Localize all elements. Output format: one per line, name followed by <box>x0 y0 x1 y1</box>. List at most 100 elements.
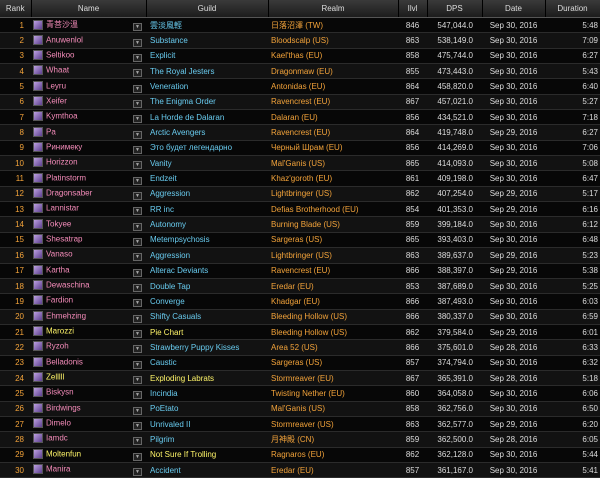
realm-link[interactable]: Ragnaros (EU) <box>268 447 398 463</box>
player-cell[interactable]: Seltikoo ▼ <box>31 48 146 65</box>
player-name-link[interactable]: Ринимеку <box>46 142 82 151</box>
player-menu-dropdown-icon[interactable]: ▼ <box>133 330 142 339</box>
player-cell[interactable]: Ehmehzing ▼ <box>31 309 146 325</box>
player-name-link[interactable]: Lannistar <box>46 204 79 213</box>
player-cell[interactable]: Ryzoh ▼ <box>31 339 146 356</box>
guild-link[interactable]: Incindia <box>146 385 268 402</box>
table-row[interactable]: 28 Iamdc ▼ Pilgrim 月神殿 (CN) 859 362,500.0 Sep 2… <box>0 431 600 448</box>
player-name-link[interactable]: Dewaschina <box>46 281 90 290</box>
realm-link[interactable]: Kael'thas (EU) <box>268 48 398 65</box>
realm-link[interactable]: Lightbringer (US) <box>268 186 398 203</box>
player-name-link[interactable]: Pa <box>46 127 56 136</box>
guild-link[interactable]: Autonomy <box>146 216 268 233</box>
player-cell[interactable]: Fardion ▼ <box>31 293 146 310</box>
table-row[interactable]: 26 Birdwings ▼ PoEtato Mal'Ganis (US) 858 362,… <box>0 401 600 417</box>
player-name-link[interactable]: Leyru <box>46 81 66 90</box>
table-row[interactable]: 20 Ehmehzing ▼ Shifty Casuals Bleeding Hollo… <box>0 309 600 325</box>
player-cell[interactable]: Lannistar ▼ <box>31 201 146 218</box>
realm-link[interactable]: 日落沼澤 (TW) <box>268 17 398 34</box>
player-cell[interactable]: Moltenfun ▼ <box>31 447 146 463</box>
player-name-link[interactable]: Xeifer <box>46 96 67 105</box>
table-row[interactable]: 23 Belladonis ▼ Caustic Sargeras (US) 857 374,… <box>0 355 600 371</box>
guild-link[interactable]: Double Tap <box>146 278 268 295</box>
realm-link[interactable]: Ravencrest (EU) <box>268 94 398 111</box>
date-link[interactable]: Sep 30, 2016 <box>482 278 545 295</box>
guild-link[interactable]: La Horde de Dalaran <box>146 109 268 126</box>
date-link[interactable]: Sep 30, 2016 <box>482 94 545 111</box>
player-name-link[interactable]: Ehmehzing <box>46 311 86 320</box>
table-row[interactable]: 11 Platinstorm ▼ Endzeit Khaz'goroth (EU) 861… <box>0 170 600 187</box>
player-menu-dropdown-icon[interactable]: ▼ <box>133 314 142 323</box>
table-row[interactable]: 27 Dimelo ▼ Unrivaled II Stormreaver (US) 863… <box>0 416 600 433</box>
player-menu-dropdown-icon[interactable]: ▼ <box>133 130 142 139</box>
column-header-guild[interactable]: Guild <box>146 0 269 18</box>
guild-link[interactable]: Arctic Avengers <box>146 124 268 141</box>
table-row[interactable]: 21 Marozzi ▼ Pie Chart Bleeding Hollow (US) 8… <box>0 324 600 341</box>
player-menu-dropdown-icon[interactable]: ▼ <box>133 284 142 293</box>
player-menu-dropdown-icon[interactable]: ▼ <box>133 145 142 154</box>
realm-link[interactable]: Burning Blade (US) <box>268 216 398 233</box>
realm-link[interactable]: Dragonmaw (EU) <box>268 63 398 80</box>
player-cell[interactable]: 青菩沙溫 ▼ <box>31 17 146 34</box>
table-row[interactable]: 6 Xeifer ▼ The Enigma Order Ravencrest (EU) 8… <box>0 94 600 111</box>
guild-link[interactable]: Alterac Deviants <box>146 263 268 279</box>
player-name-link[interactable]: Vanaso <box>46 250 73 259</box>
player-name-link[interactable]: 青菩沙溫 <box>46 20 78 29</box>
player-cell[interactable]: Biskysn ▼ <box>31 385 146 402</box>
guild-link[interactable]: Unrivaled II <box>146 416 268 433</box>
player-cell[interactable]: Kartha ▼ <box>31 263 146 279</box>
table-row[interactable]: 5 Leyru ▼ Veneration Antonidas (EU) 864 458,82… <box>0 78 600 95</box>
guild-link[interactable]: Strawberry Puppy Kisses <box>146 339 268 356</box>
player-cell[interactable]: Shesatrap ▼ <box>31 232 146 249</box>
table-row[interactable]: 9 Ринимеку ▼ Это будет легендарно Черный Шра… <box>0 140 600 157</box>
date-link[interactable]: Sep 30, 2016 <box>482 170 545 187</box>
player-menu-dropdown-icon[interactable]: ▼ <box>133 468 142 477</box>
player-name-link[interactable]: Tokyee <box>46 219 71 228</box>
date-link[interactable]: Sep 30, 2016 <box>482 293 545 310</box>
table-row[interactable]: 16 Vanaso ▼ Aggression Lightbringer (US) 863 3… <box>0 247 600 264</box>
table-row[interactable]: 24 Zelllll ▼ Exploding Labrats Stormreaver (… <box>0 370 600 387</box>
realm-link[interactable]: Sargeras (US) <box>268 232 398 249</box>
date-link[interactable]: Sep 30, 2016 <box>482 355 545 371</box>
table-row[interactable]: 10 Horizzon ▼ Vanity Mal'Ganis (US) 865 414,09… <box>0 155 600 172</box>
player-menu-dropdown-icon[interactable]: ▼ <box>133 299 142 308</box>
player-menu-dropdown-icon[interactable]: ▼ <box>133 345 142 354</box>
guild-link[interactable]: Aggression <box>146 247 268 264</box>
guild-link[interactable]: Vanity <box>146 155 268 172</box>
guild-link[interactable]: PoEtato <box>146 401 268 417</box>
table-row[interactable]: 1 青菩沙溫 ▼ 雲淡風輕 日落沼澤 (TW) 846 547,044.0 Sep 30, 2… <box>0 17 600 34</box>
realm-link[interactable]: Antonidas (EU) <box>268 78 398 95</box>
realm-link[interactable]: Defias Brotherhood (EU) <box>268 201 398 218</box>
player-cell[interactable]: Iamdc ▼ <box>31 431 146 448</box>
date-link[interactable]: Sep 29, 2016 <box>482 416 545 433</box>
table-row[interactable]: 2 Anuwenlol ▼ Substance Bloodscalp (US) 863 53… <box>0 32 600 49</box>
player-cell[interactable]: Marozzi ▼ <box>31 324 146 341</box>
guild-link[interactable]: Converge <box>146 293 268 310</box>
table-row[interactable]: 8 Pa ▼ Arctic Avengers Ravencrest (EU) 864 419… <box>0 124 600 141</box>
guild-link[interactable]: Veneration <box>146 78 268 95</box>
player-name-link[interactable]: Zelllll <box>46 373 64 382</box>
player-menu-dropdown-icon[interactable]: ▼ <box>133 207 142 216</box>
table-row[interactable]: 25 Biskysn ▼ Incindia Twisting Nether (EU) 86… <box>0 385 600 402</box>
player-cell[interactable]: Whaat ▼ <box>31 63 146 80</box>
player-menu-dropdown-icon[interactable]: ▼ <box>133 191 142 200</box>
guild-link[interactable]: The Enigma Order <box>146 94 268 111</box>
table-row[interactable]: 18 Dewaschina ▼ Double Tap Eredar (EU) 853 387… <box>0 278 600 295</box>
player-menu-dropdown-icon[interactable]: ▼ <box>133 237 142 246</box>
player-menu-dropdown-icon[interactable]: ▼ <box>133 23 142 32</box>
date-link[interactable]: Sep 30, 2016 <box>482 32 545 49</box>
table-row[interactable]: 7 Kymthoa ▼ La Horde de Dalaran Dalaran (EU)… <box>0 109 600 126</box>
player-menu-dropdown-icon[interactable]: ▼ <box>133 222 142 231</box>
date-link[interactable]: Sep 30, 2016 <box>482 78 545 95</box>
player-cell[interactable]: Dragonsaber ▼ <box>31 186 146 203</box>
player-cell[interactable]: Kymthoa ▼ <box>31 109 146 126</box>
date-link[interactable]: Sep 30, 2016 <box>482 462 545 478</box>
player-menu-dropdown-icon[interactable]: ▼ <box>133 360 142 369</box>
column-header-ilvl[interactable]: Ilvl <box>398 0 428 18</box>
player-menu-dropdown-icon[interactable]: ▼ <box>133 422 142 431</box>
player-name-link[interactable]: Moltenfun <box>46 449 81 458</box>
realm-link[interactable]: Dalaran (EU) <box>268 109 398 126</box>
player-name-link[interactable]: Dragonsaber <box>46 188 92 197</box>
player-name-link[interactable]: Kartha <box>46 265 70 274</box>
player-menu-dropdown-icon[interactable]: ▼ <box>133 376 142 385</box>
